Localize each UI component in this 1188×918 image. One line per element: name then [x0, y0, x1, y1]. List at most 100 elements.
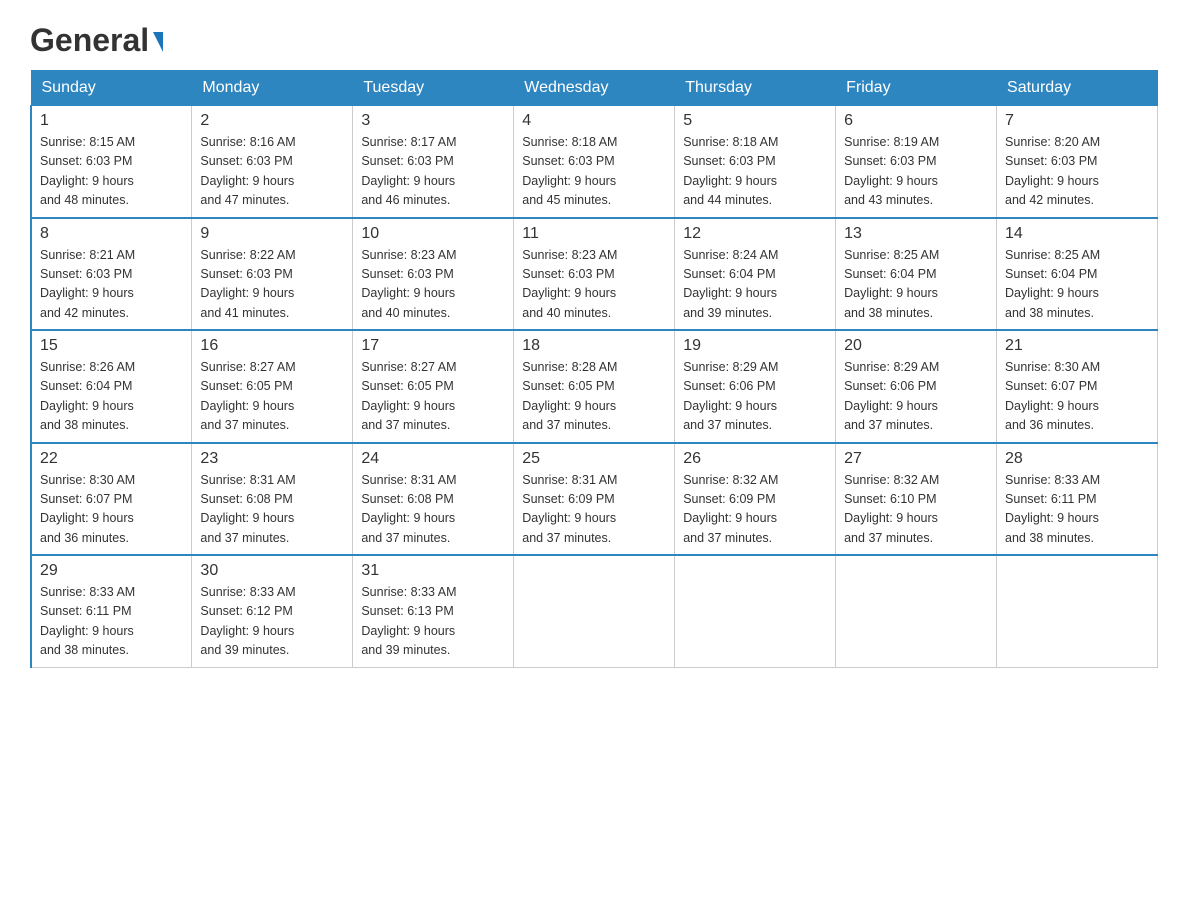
day-info: Sunrise: 8:19 AM Sunset: 6:03 PM Dayligh… [844, 133, 988, 211]
calendar-cell: 4 Sunrise: 8:18 AM Sunset: 6:03 PM Dayli… [514, 106, 675, 218]
day-number: 25 [522, 450, 666, 468]
calendar-cell: 22 Sunrise: 8:30 AM Sunset: 6:07 PM Dayl… [31, 443, 192, 556]
day-info: Sunrise: 8:31 AM Sunset: 6:08 PM Dayligh… [361, 471, 505, 549]
calendar-cell: 26 Sunrise: 8:32 AM Sunset: 6:09 PM Dayl… [675, 443, 836, 556]
day-number: 22 [40, 450, 183, 468]
calendar-week-row: 8 Sunrise: 8:21 AM Sunset: 6:03 PM Dayli… [31, 218, 1158, 331]
calendar-cell: 25 Sunrise: 8:31 AM Sunset: 6:09 PM Dayl… [514, 443, 675, 556]
calendar-cell: 27 Sunrise: 8:32 AM Sunset: 6:10 PM Dayl… [836, 443, 997, 556]
calendar-cell [675, 555, 836, 667]
calendar-week-row: 1 Sunrise: 8:15 AM Sunset: 6:03 PM Dayli… [31, 106, 1158, 218]
day-info: Sunrise: 8:31 AM Sunset: 6:08 PM Dayligh… [200, 471, 344, 549]
day-header-thursday: Thursday [675, 71, 836, 106]
day-number: 29 [40, 562, 183, 580]
day-header-sunday: Sunday [31, 71, 192, 106]
logo-triangle-icon [153, 32, 163, 52]
calendar-cell: 7 Sunrise: 8:20 AM Sunset: 6:03 PM Dayli… [997, 106, 1158, 218]
calendar-cell: 28 Sunrise: 8:33 AM Sunset: 6:11 PM Dayl… [997, 443, 1158, 556]
day-number: 18 [522, 337, 666, 355]
day-number: 30 [200, 562, 344, 580]
calendar-cell: 20 Sunrise: 8:29 AM Sunset: 6:06 PM Dayl… [836, 330, 997, 443]
day-number: 14 [1005, 225, 1149, 243]
day-number: 26 [683, 450, 827, 468]
day-number: 17 [361, 337, 505, 355]
day-info: Sunrise: 8:28 AM Sunset: 6:05 PM Dayligh… [522, 358, 666, 436]
day-info: Sunrise: 8:15 AM Sunset: 6:03 PM Dayligh… [40, 133, 183, 211]
page-header: General [30, 24, 1158, 52]
day-info: Sunrise: 8:29 AM Sunset: 6:06 PM Dayligh… [844, 358, 988, 436]
calendar-header-row: SundayMondayTuesdayWednesdayThursdayFrid… [31, 71, 1158, 106]
day-header-saturday: Saturday [997, 71, 1158, 106]
day-header-friday: Friday [836, 71, 997, 106]
day-info: Sunrise: 8:33 AM Sunset: 6:13 PM Dayligh… [361, 583, 505, 661]
calendar-cell: 11 Sunrise: 8:23 AM Sunset: 6:03 PM Dayl… [514, 218, 675, 331]
day-info: Sunrise: 8:25 AM Sunset: 6:04 PM Dayligh… [1005, 246, 1149, 324]
day-number: 6 [844, 112, 988, 130]
day-info: Sunrise: 8:23 AM Sunset: 6:03 PM Dayligh… [361, 246, 505, 324]
calendar-cell: 23 Sunrise: 8:31 AM Sunset: 6:08 PM Dayl… [192, 443, 353, 556]
calendar-cell: 31 Sunrise: 8:33 AM Sunset: 6:13 PM Dayl… [353, 555, 514, 667]
day-number: 3 [361, 112, 505, 130]
day-number: 15 [40, 337, 183, 355]
calendar-cell: 2 Sunrise: 8:16 AM Sunset: 6:03 PM Dayli… [192, 106, 353, 218]
day-header-monday: Monday [192, 71, 353, 106]
day-info: Sunrise: 8:18 AM Sunset: 6:03 PM Dayligh… [522, 133, 666, 211]
day-info: Sunrise: 8:30 AM Sunset: 6:07 PM Dayligh… [1005, 358, 1149, 436]
day-number: 12 [683, 225, 827, 243]
day-info: Sunrise: 8:33 AM Sunset: 6:12 PM Dayligh… [200, 583, 344, 661]
calendar-cell: 29 Sunrise: 8:33 AM Sunset: 6:11 PM Dayl… [31, 555, 192, 667]
day-number: 10 [361, 225, 505, 243]
logo: General [30, 24, 163, 52]
day-info: Sunrise: 8:31 AM Sunset: 6:09 PM Dayligh… [522, 471, 666, 549]
day-info: Sunrise: 8:33 AM Sunset: 6:11 PM Dayligh… [40, 583, 183, 661]
calendar-cell: 21 Sunrise: 8:30 AM Sunset: 6:07 PM Dayl… [997, 330, 1158, 443]
calendar-cell: 16 Sunrise: 8:27 AM Sunset: 6:05 PM Dayl… [192, 330, 353, 443]
calendar-cell: 10 Sunrise: 8:23 AM Sunset: 6:03 PM Dayl… [353, 218, 514, 331]
calendar-cell: 15 Sunrise: 8:26 AM Sunset: 6:04 PM Dayl… [31, 330, 192, 443]
day-number: 16 [200, 337, 344, 355]
day-info: Sunrise: 8:29 AM Sunset: 6:06 PM Dayligh… [683, 358, 827, 436]
day-number: 7 [1005, 112, 1149, 130]
day-number: 1 [40, 112, 183, 130]
day-info: Sunrise: 8:21 AM Sunset: 6:03 PM Dayligh… [40, 246, 183, 324]
calendar-cell: 6 Sunrise: 8:19 AM Sunset: 6:03 PM Dayli… [836, 106, 997, 218]
calendar-cell: 24 Sunrise: 8:31 AM Sunset: 6:08 PM Dayl… [353, 443, 514, 556]
calendar-cell [836, 555, 997, 667]
day-info: Sunrise: 8:22 AM Sunset: 6:03 PM Dayligh… [200, 246, 344, 324]
day-number: 4 [522, 112, 666, 130]
calendar-cell: 19 Sunrise: 8:29 AM Sunset: 6:06 PM Dayl… [675, 330, 836, 443]
calendar-cell: 30 Sunrise: 8:33 AM Sunset: 6:12 PM Dayl… [192, 555, 353, 667]
day-number: 20 [844, 337, 988, 355]
day-info: Sunrise: 8:18 AM Sunset: 6:03 PM Dayligh… [683, 133, 827, 211]
day-number: 31 [361, 562, 505, 580]
day-info: Sunrise: 8:23 AM Sunset: 6:03 PM Dayligh… [522, 246, 666, 324]
day-number: 2 [200, 112, 344, 130]
day-number: 8 [40, 225, 183, 243]
calendar-cell: 18 Sunrise: 8:28 AM Sunset: 6:05 PM Dayl… [514, 330, 675, 443]
logo-general: General [30, 24, 149, 56]
day-number: 27 [844, 450, 988, 468]
day-info: Sunrise: 8:20 AM Sunset: 6:03 PM Dayligh… [1005, 133, 1149, 211]
day-info: Sunrise: 8:27 AM Sunset: 6:05 PM Dayligh… [200, 358, 344, 436]
calendar-cell: 13 Sunrise: 8:25 AM Sunset: 6:04 PM Dayl… [836, 218, 997, 331]
day-number: 21 [1005, 337, 1149, 355]
calendar-week-row: 15 Sunrise: 8:26 AM Sunset: 6:04 PM Dayl… [31, 330, 1158, 443]
day-info: Sunrise: 8:30 AM Sunset: 6:07 PM Dayligh… [40, 471, 183, 549]
day-number: 19 [683, 337, 827, 355]
calendar-week-row: 22 Sunrise: 8:30 AM Sunset: 6:07 PM Dayl… [31, 443, 1158, 556]
calendar-week-row: 29 Sunrise: 8:33 AM Sunset: 6:11 PM Dayl… [31, 555, 1158, 667]
calendar-cell: 14 Sunrise: 8:25 AM Sunset: 6:04 PM Dayl… [997, 218, 1158, 331]
day-number: 23 [200, 450, 344, 468]
calendar-table: SundayMondayTuesdayWednesdayThursdayFrid… [30, 70, 1158, 668]
calendar-cell: 9 Sunrise: 8:22 AM Sunset: 6:03 PM Dayli… [192, 218, 353, 331]
calendar-cell: 1 Sunrise: 8:15 AM Sunset: 6:03 PM Dayli… [31, 106, 192, 218]
calendar-cell: 12 Sunrise: 8:24 AM Sunset: 6:04 PM Dayl… [675, 218, 836, 331]
day-header-wednesday: Wednesday [514, 71, 675, 106]
day-number: 5 [683, 112, 827, 130]
day-info: Sunrise: 8:17 AM Sunset: 6:03 PM Dayligh… [361, 133, 505, 211]
day-header-tuesday: Tuesday [353, 71, 514, 106]
day-info: Sunrise: 8:16 AM Sunset: 6:03 PM Dayligh… [200, 133, 344, 211]
calendar-cell: 8 Sunrise: 8:21 AM Sunset: 6:03 PM Dayli… [31, 218, 192, 331]
calendar-cell [997, 555, 1158, 667]
day-info: Sunrise: 8:24 AM Sunset: 6:04 PM Dayligh… [683, 246, 827, 324]
